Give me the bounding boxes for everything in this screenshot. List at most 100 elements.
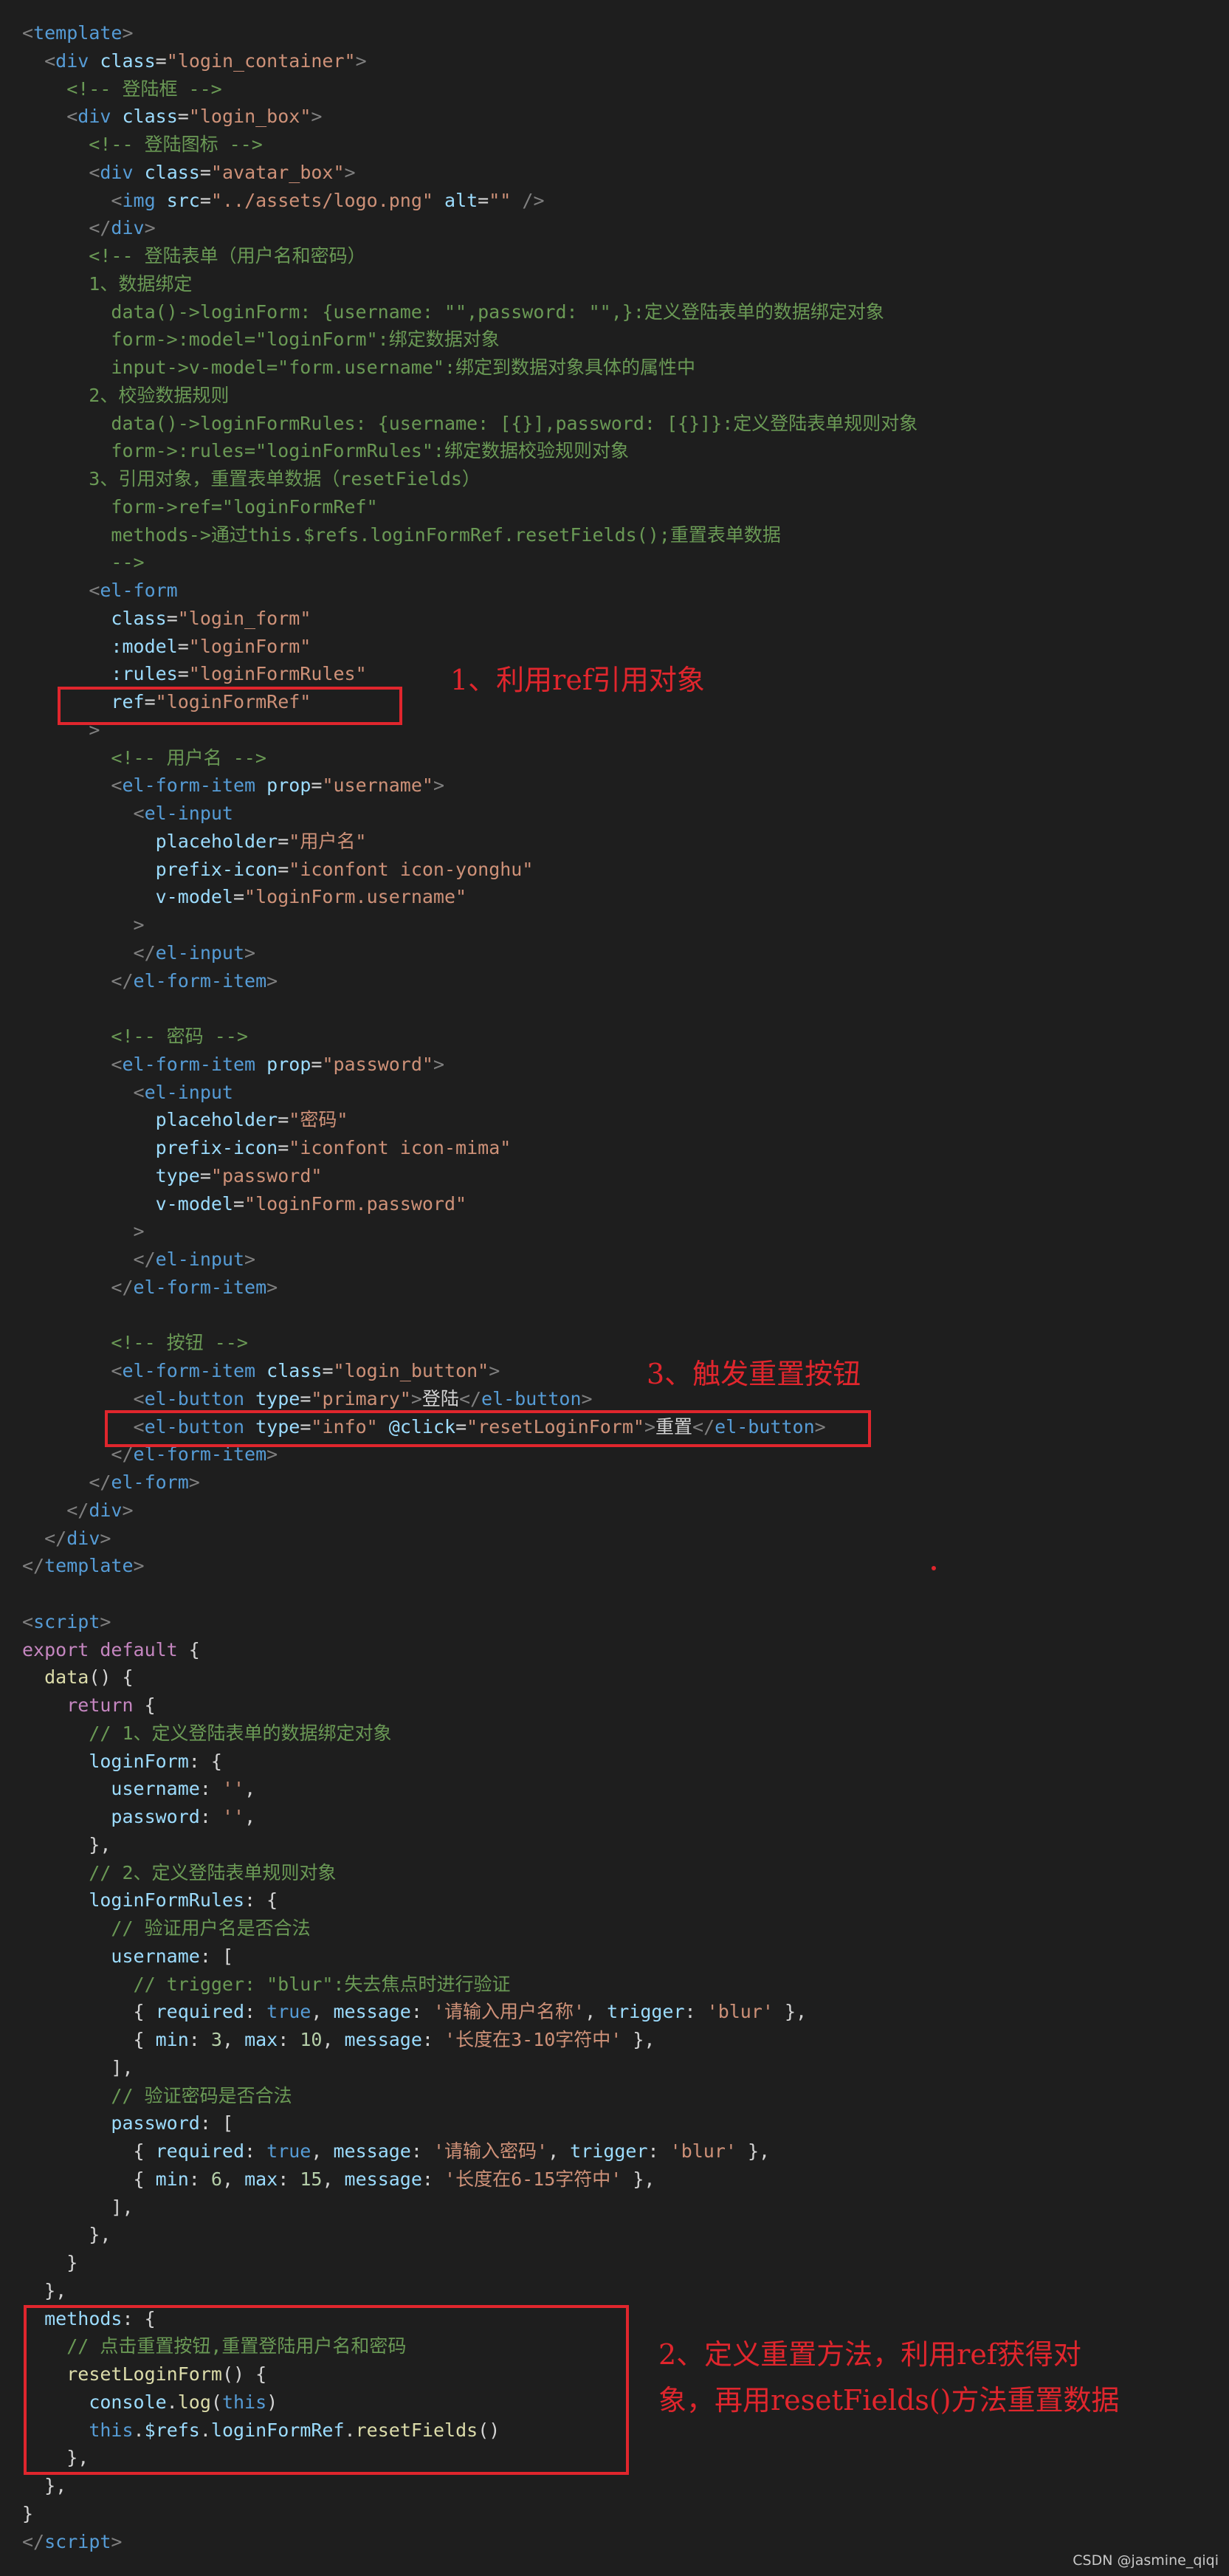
code-token: = — [166, 607, 178, 629]
code-line: username: '', — [22, 1775, 255, 1803]
code-token: }, — [736, 2140, 771, 2162]
code-token: v-model — [155, 1192, 233, 1215]
code-token: ], — [22, 2196, 134, 2218]
code-token: img — [122, 189, 156, 211]
code-line: // 验证密码是否合法 — [22, 2082, 292, 2110]
code-token: true — [266, 2140, 311, 2162]
code-token: < — [111, 774, 123, 797]
code-token: < — [22, 22, 34, 44]
code-line: // trigger: "blur":失去焦点时进行验证 — [22, 1971, 511, 1999]
code-line: v-model="loginForm.password" — [22, 1190, 467, 1218]
code-token: '' — [221, 1806, 245, 1827]
code-token: "../assets/logo.png" — [210, 189, 433, 211]
code-token: , — [322, 2168, 345, 2190]
code-token: prefix-icon — [155, 858, 278, 880]
code-token: = — [199, 161, 211, 183]
code-token: = — [177, 635, 189, 657]
code-token: 'blur' — [669, 2140, 737, 2162]
code-token: message — [333, 2001, 411, 2023]
code-token: > — [344, 161, 356, 183]
code-token: input->v-model="form.username":绑定到数据对象具体… — [22, 357, 696, 378]
code-token: = — [177, 663, 189, 685]
code-token: : — [244, 2140, 267, 2162]
code-token: '长度在6-15字符中' — [444, 2168, 622, 2190]
code-token: script — [33, 1610, 100, 1632]
code-line: <!-- 按钮 --> — [22, 1329, 247, 1357]
code-line: <div class="login_container"> — [22, 47, 367, 75]
code-token: username — [111, 1778, 200, 1800]
code-line: data()->loginFormRules: {username: [{}],… — [22, 410, 918, 438]
code-token: = — [322, 1360, 334, 1381]
code-token: el-form-item — [122, 1053, 256, 1075]
code-token: : — [188, 2168, 211, 2190]
code-line: type="password" — [22, 1162, 323, 1190]
code-token: el-form — [100, 580, 178, 601]
annotation-box-ref — [58, 687, 402, 725]
code-token: "login_form" — [177, 607, 311, 629]
code-line: <!-- 登陆图标 --> — [22, 131, 263, 159]
code-token: < — [44, 49, 56, 72]
code-line: placeholder="密码" — [22, 1106, 348, 1134]
code-token: </ — [89, 1471, 111, 1493]
code-token: '请输入密码' — [433, 2140, 548, 2162]
code-token: < — [89, 161, 100, 183]
code-line: <el-form-item prop="password"> — [22, 1051, 444, 1079]
code-token: type — [255, 1387, 300, 1409]
code-token: = — [233, 886, 245, 908]
code-token: prop — [266, 774, 311, 797]
code-line: input->v-model="form.username":绑定到数据对象具体… — [22, 354, 695, 382]
code-token: "iconfont icon-mima" — [289, 1137, 512, 1158]
code-token: required — [155, 2001, 245, 2023]
code-token: // 验证密码是否合法 — [22, 2084, 292, 2106]
code-editor[interactable]: <template> <div class="login_container">… — [0, 0, 1229, 2576]
code-line: 2、校验数据规则 — [22, 382, 229, 410]
code-token: class — [144, 161, 200, 183]
code-token: "login_container" — [166, 49, 356, 72]
annotation-box-methods — [24, 2305, 629, 2475]
code-token: </ — [458, 1387, 482, 1409]
code-token: <!-- 密码 --> — [22, 1026, 248, 1047]
code-token: class — [266, 1360, 323, 1381]
code-token: : — [647, 2140, 670, 2162]
code-token: { — [22, 2001, 156, 2023]
code-token: class — [122, 106, 178, 128]
code-token: }, — [622, 2168, 655, 2190]
code-token: el-form-item — [133, 969, 267, 992]
code-token: = — [199, 1164, 211, 1186]
code-token: el-form-item — [133, 1276, 267, 1298]
code-token: < — [22, 1610, 34, 1632]
code-token: <!-- 登陆图标 --> — [22, 134, 263, 155]
code-token: el-input — [155, 1248, 245, 1270]
code-token: "loginForm.password" — [244, 1192, 467, 1215]
code-line: <el-form-item class="login_button"> — [22, 1357, 500, 1385]
code-line: password: '', — [22, 1803, 255, 1831]
code-token: , — [244, 1806, 256, 1827]
code-token: < — [66, 106, 78, 128]
code-token: > — [433, 774, 445, 797]
code-token: // 1、定义登陆表单的数据绑定对象 — [22, 1722, 392, 1744]
code-line: loginFormRules: { — [22, 1886, 278, 1914]
code-token: "iconfont icon-yonghu" — [289, 858, 534, 880]
code-token: '' — [221, 1778, 245, 1800]
code-token: '长度在3-10字符中' — [444, 2029, 622, 2050]
code-token: el-input — [155, 941, 245, 964]
code-token: }, — [22, 2224, 111, 2246]
code-token: 2、校验数据规则 — [22, 384, 230, 406]
code-token: 'blur' — [706, 2001, 774, 2023]
code-token: > — [433, 1053, 445, 1075]
code-line: }, — [22, 2472, 66, 2500]
